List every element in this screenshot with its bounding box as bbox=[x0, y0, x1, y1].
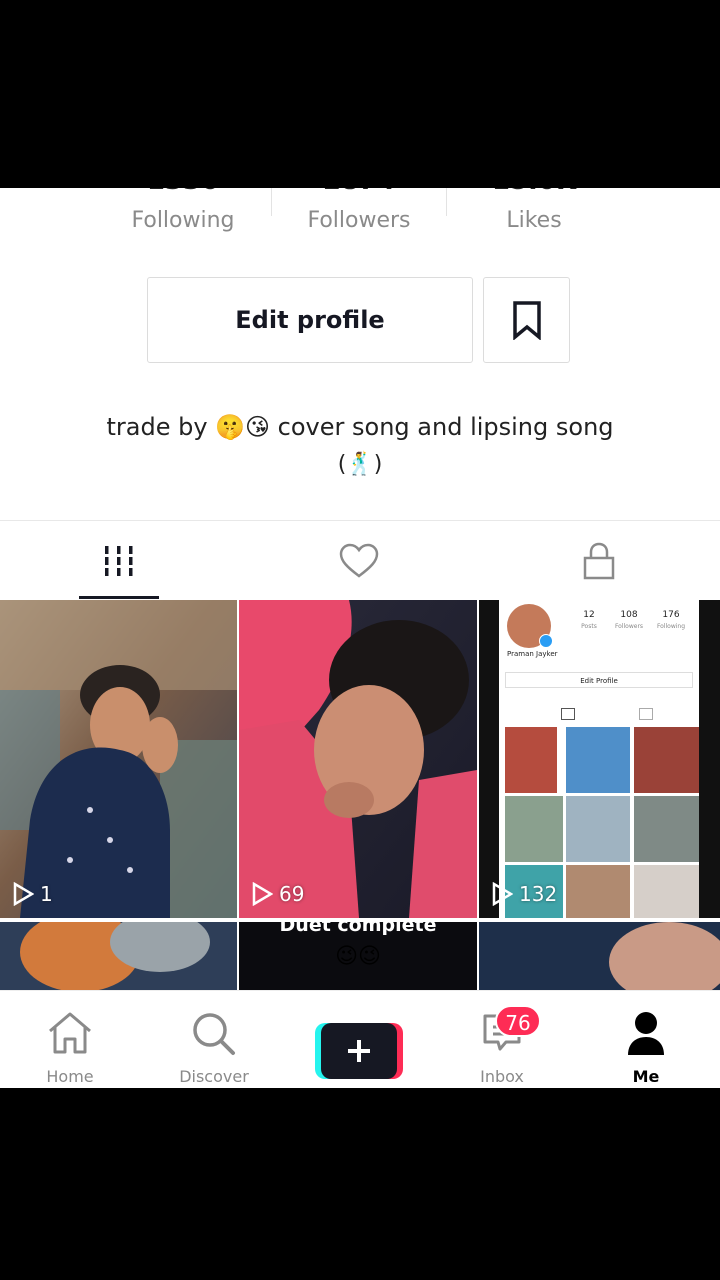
tab-liked[interactable] bbox=[279, 521, 439, 601]
nav-inbox[interactable]: 76 Inbox bbox=[447, 991, 557, 1088]
thumb bbox=[566, 865, 630, 918]
grid-icon bbox=[561, 708, 575, 720]
embedded-edit-button: Edit Profile bbox=[505, 672, 693, 688]
embedded-profile-screenshot: 12 Posts 108 Followers 176 Following Pra… bbox=[499, 600, 699, 918]
following-count: 1330 bbox=[95, 188, 271, 196]
play-icon bbox=[13, 882, 34, 906]
video-grid: 1 69 12 Posts 108 Followers 176 Followin… bbox=[0, 600, 720, 990]
tab-private[interactable] bbox=[519, 521, 679, 601]
bio: trade by 🤫😘 cover song and lipsing song … bbox=[40, 408, 680, 484]
video-thumbnail-image bbox=[479, 922, 720, 990]
nav-home-label: Home bbox=[46, 1067, 94, 1086]
thumb bbox=[505, 727, 557, 793]
grid-icon bbox=[105, 546, 133, 576]
home-icon bbox=[49, 1012, 91, 1054]
bottom-navigation: Home Discover 76 Inbox Me bbox=[0, 990, 720, 1088]
thumb bbox=[566, 796, 630, 862]
following-label: Following bbox=[131, 208, 235, 233]
view-count: 69 bbox=[251, 882, 304, 906]
view-count-value: 69 bbox=[279, 882, 305, 906]
likes-count: 15.0K bbox=[446, 188, 622, 196]
bio-line-1: trade by 🤫😘 cover song and lipsing song bbox=[106, 413, 614, 441]
caption-emoji: 😉😉 bbox=[335, 944, 381, 969]
add-badge-icon bbox=[539, 634, 553, 648]
bookmark-icon bbox=[512, 301, 541, 340]
video-thumbnail[interactable] bbox=[479, 922, 720, 990]
view-count: 1 bbox=[12, 882, 53, 906]
active-tab-indicator bbox=[79, 596, 159, 599]
video-thumbnail-image bbox=[239, 600, 477, 918]
view-count-value: 1 bbox=[40, 882, 53, 906]
content-tabs bbox=[0, 520, 720, 601]
likes-label: Likes bbox=[506, 208, 562, 233]
embedded-posts-label: Posts bbox=[581, 623, 597, 630]
video-caption: Duet complete bbox=[279, 922, 437, 936]
video-thumbnail[interactable]: 69 bbox=[239, 600, 477, 918]
create-video-button[interactable] bbox=[315, 1023, 403, 1079]
nav-me[interactable]: Me bbox=[591, 991, 701, 1088]
video-thumbnail-image bbox=[0, 922, 237, 990]
nav-discover-label: Discover bbox=[179, 1067, 249, 1086]
thumb bbox=[505, 796, 563, 862]
tab-videos[interactable] bbox=[39, 521, 199, 601]
embedded-following-label: Following bbox=[656, 623, 686, 630]
video-thumbnail[interactable]: 1 bbox=[0, 600, 237, 918]
video-thumbnail[interactable]: 12 Posts 108 Followers 176 Following Pra… bbox=[479, 600, 720, 918]
thumb bbox=[634, 865, 699, 918]
bio-line-2: (🕺) bbox=[337, 452, 383, 477]
embedded-followers-label: Followers bbox=[614, 623, 644, 630]
nav-me-label: Me bbox=[632, 1067, 660, 1086]
edit-profile-button[interactable]: Edit profile bbox=[147, 277, 473, 363]
nav-discover[interactable]: Discover bbox=[159, 991, 269, 1088]
embedded-followers: 108 bbox=[620, 610, 638, 620]
video-thumbnail-image bbox=[0, 600, 237, 918]
nav-home[interactable]: Home bbox=[15, 991, 125, 1088]
tagged-icon bbox=[639, 708, 653, 720]
view-count: 132 bbox=[491, 882, 557, 906]
embedded-posts: 12 bbox=[583, 610, 595, 620]
search-icon bbox=[193, 1013, 235, 1055]
lock-icon bbox=[583, 542, 615, 580]
plus-icon bbox=[321, 1023, 397, 1079]
play-icon bbox=[492, 882, 513, 906]
thumb bbox=[566, 727, 630, 793]
embedded-following: 176 bbox=[662, 610, 680, 620]
profile-icon bbox=[628, 1012, 664, 1055]
heart-icon bbox=[339, 543, 379, 578]
play-icon bbox=[252, 882, 273, 906]
embedded-name: Praman Jayker bbox=[507, 650, 558, 658]
stats-row: 1330 Following 2874 Followers 15.0K Like… bbox=[0, 188, 720, 248]
followers-count: 2874 bbox=[271, 188, 447, 196]
followers-label: Followers bbox=[307, 208, 411, 233]
nav-inbox-label: Inbox bbox=[480, 1067, 524, 1086]
inbox-badge: 76 bbox=[495, 1005, 541, 1037]
bookmark-button[interactable] bbox=[483, 277, 570, 363]
thumb bbox=[634, 727, 699, 793]
view-count-value: 132 bbox=[519, 882, 558, 906]
profile-screen: 1330 Following 2874 Followers 15.0K Like… bbox=[0, 188, 720, 1088]
thumb bbox=[634, 796, 699, 862]
video-thumbnail[interactable]: Duet complete 😉😉 bbox=[239, 922, 477, 990]
video-thumbnail[interactable] bbox=[0, 922, 237, 990]
